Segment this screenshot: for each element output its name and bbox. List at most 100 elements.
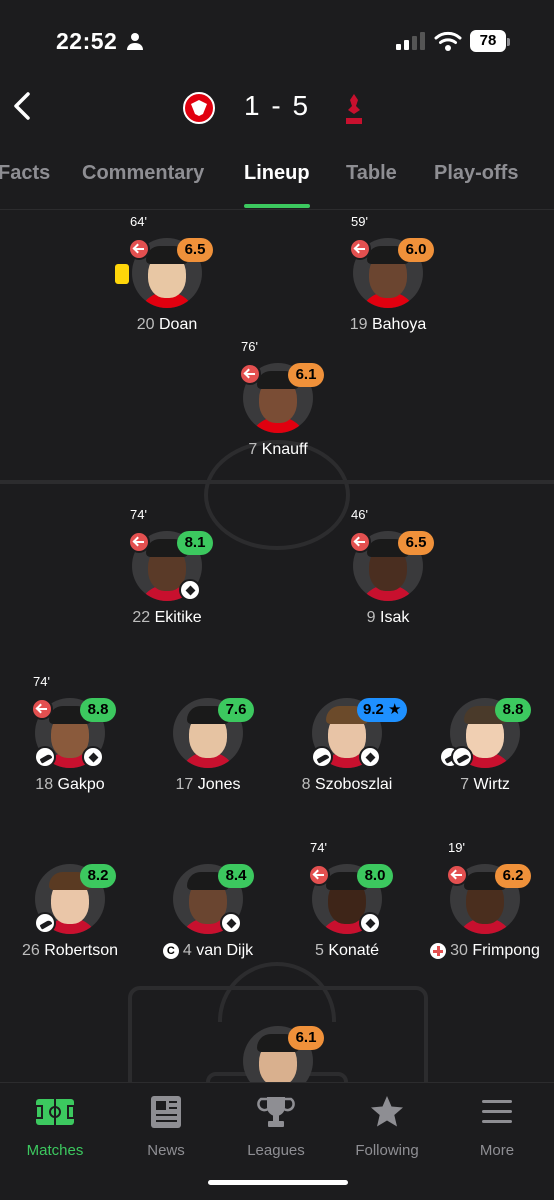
away-team-crest-icon[interactable] <box>342 92 366 128</box>
player-name: C4 van Dijk <box>138 942 278 960</box>
trophy-icon <box>257 1097 295 1127</box>
status-bar: 22:52 78 <box>0 0 554 80</box>
sub-minute: 76' <box>241 339 258 354</box>
player-name: 7 Knauff <box>248 441 308 458</box>
tabbar-label: Following <box>355 1142 419 1159</box>
cellular-signal-icon <box>396 32 425 50</box>
sub-minute: 74' <box>130 507 147 522</box>
player-name: 19 Bahoya <box>349 316 427 333</box>
sub-minute: 19' <box>448 840 465 855</box>
player-van-dijk[interactable]: 8.4 C4 van Dijk <box>138 852 278 962</box>
player-rating: 8.2 <box>80 864 116 888</box>
player-name: 8 Szoboszlai <box>301 776 393 793</box>
captain-badge-icon: C <box>162 942 179 959</box>
goal-ball-icon <box>359 912 381 934</box>
star-icon <box>371 1096 403 1127</box>
sub-minute: 59' <box>351 214 368 229</box>
tabbar-news[interactable]: News <box>116 1095 216 1159</box>
tab-table[interactable]: Table <box>346 162 397 185</box>
tab-facts[interactable]: Facts <box>0 162 50 185</box>
status-time: 22:52 <box>56 28 118 54</box>
person-icon <box>127 33 143 50</box>
player-name: 18 Gakpo <box>35 776 105 793</box>
tab-play-offs[interactable]: Play-offs <box>434 162 518 185</box>
active-tab-indicator <box>244 204 310 208</box>
substitution-out-icon <box>128 531 150 553</box>
player-szoboszlai[interactable]: 9.2 ★ 8 Szoboszlai <box>277 686 417 796</box>
tab-lineup[interactable]: Lineup <box>244 162 310 185</box>
player-rating: 6.1 <box>288 1026 324 1050</box>
player-konate[interactable]: 74' 8.0 5 Konaté <box>277 840 417 962</box>
substitution-out-icon <box>349 531 371 553</box>
player-rating: 8.8 <box>80 698 116 722</box>
player-gakpo[interactable]: 74' 8.8 18 Gakpo <box>0 674 140 796</box>
player-rating: 6.5 <box>177 238 213 262</box>
match-tabs: Facts Commentary Lineup Table Play-offs <box>0 150 554 210</box>
player-name: 5 Konaté <box>314 942 380 959</box>
player-name: 26 Robertson <box>21 942 119 959</box>
player-name: 30 Frimpong <box>415 942 554 960</box>
assist-boot-icon <box>34 912 56 934</box>
lineup-pitch: 64' 6.5 20 Doan 59' 6.0 19 Bahoya 76' 6.… <box>0 210 554 1082</box>
player-rating: 8.1 <box>177 531 213 555</box>
substitution-out-icon <box>128 238 150 260</box>
player-rating: 8.0 <box>357 864 393 888</box>
tabbar-label: News <box>147 1142 185 1159</box>
player-name: 7 Wirtz <box>460 776 510 793</box>
tabbar-following[interactable]: Following <box>337 1095 437 1159</box>
match-header: 1 - 5 <box>0 80 554 140</box>
player-rating: 6.5 <box>398 531 434 555</box>
player-rating: 8.8 <box>495 698 531 722</box>
player-robertson[interactable]: 8.2 26 Robertson <box>0 852 140 962</box>
tabbar-label: Matches <box>26 1142 84 1159</box>
player-name: 9 Isak <box>366 609 410 626</box>
substitution-out-icon <box>349 238 371 260</box>
wifi-icon <box>434 31 462 51</box>
player-name: 20 Doan <box>136 316 198 333</box>
player-bahoya[interactable]: 59' 6.0 19 Bahoya <box>318 214 458 336</box>
home-team-crest-icon[interactable] <box>183 92 215 124</box>
player-rating: 9.2 ★ <box>357 698 408 722</box>
pitch-icon <box>35 1099 75 1125</box>
tabbar-leagues[interactable]: Leagues <box>226 1095 326 1159</box>
sub-minute: 74' <box>310 840 327 855</box>
goal-ball-icon <box>82 746 104 768</box>
player-doan[interactable]: 64' 6.5 20 Doan <box>97 214 237 336</box>
player-wirtz[interactable]: 8.8 7 Wirtz <box>415 686 554 796</box>
player-knauff[interactable]: 76' 6.1 7 Knauff <box>208 339 348 461</box>
tabbar-label: More <box>479 1142 515 1159</box>
substitution-out-icon <box>446 864 468 886</box>
player-rating: 8.4 <box>218 864 254 888</box>
injury-icon <box>430 942 447 959</box>
player-goalkeeper[interactable]: 6.1 <box>208 1014 348 1082</box>
battery-indicator: 78 <box>470 30 510 52</box>
yellow-card-icon <box>115 264 129 284</box>
match-score: 1 - 5 <box>243 90 311 121</box>
tab-commentary[interactable]: Commentary <box>82 162 204 185</box>
player-rating: 6.0 <box>398 238 434 262</box>
player-isak[interactable]: 46' 6.5 9 Isak <box>318 507 458 629</box>
sub-minute: 74' <box>33 674 50 689</box>
menu-icon <box>482 1100 512 1123</box>
player-rating: 7.6 <box>218 698 254 722</box>
goal-ball-icon <box>220 912 242 934</box>
assist-boot-icon <box>34 746 56 768</box>
player-name: 22 Ekitike <box>132 609 202 626</box>
goal-ball-icon <box>179 579 201 601</box>
assist-boot-icon <box>451 746 473 768</box>
goal-ball-icon <box>359 746 381 768</box>
tabbar-more[interactable]: More <box>447 1095 547 1159</box>
tabbar-matches[interactable]: Matches <box>5 1095 105 1159</box>
home-indicator[interactable] <box>208 1180 348 1185</box>
player-name: 17 Jones <box>175 776 241 793</box>
substitution-out-icon <box>239 363 261 385</box>
player-ekitike[interactable]: 74' 8.1 22 Ekitike <box>97 507 237 629</box>
player-frimpong[interactable]: 19' 6.2 30 Frimpong <box>415 840 554 962</box>
player-rating: 6.1 <box>288 363 324 387</box>
newspaper-icon <box>151 1096 181 1128</box>
sub-minute: 46' <box>351 507 368 522</box>
assist-boot-icon <box>311 746 333 768</box>
tabbar-label: Leagues <box>247 1142 305 1159</box>
player-jones[interactable]: 7.6 17 Jones <box>138 686 278 796</box>
back-chevron-icon[interactable] <box>10 90 34 122</box>
